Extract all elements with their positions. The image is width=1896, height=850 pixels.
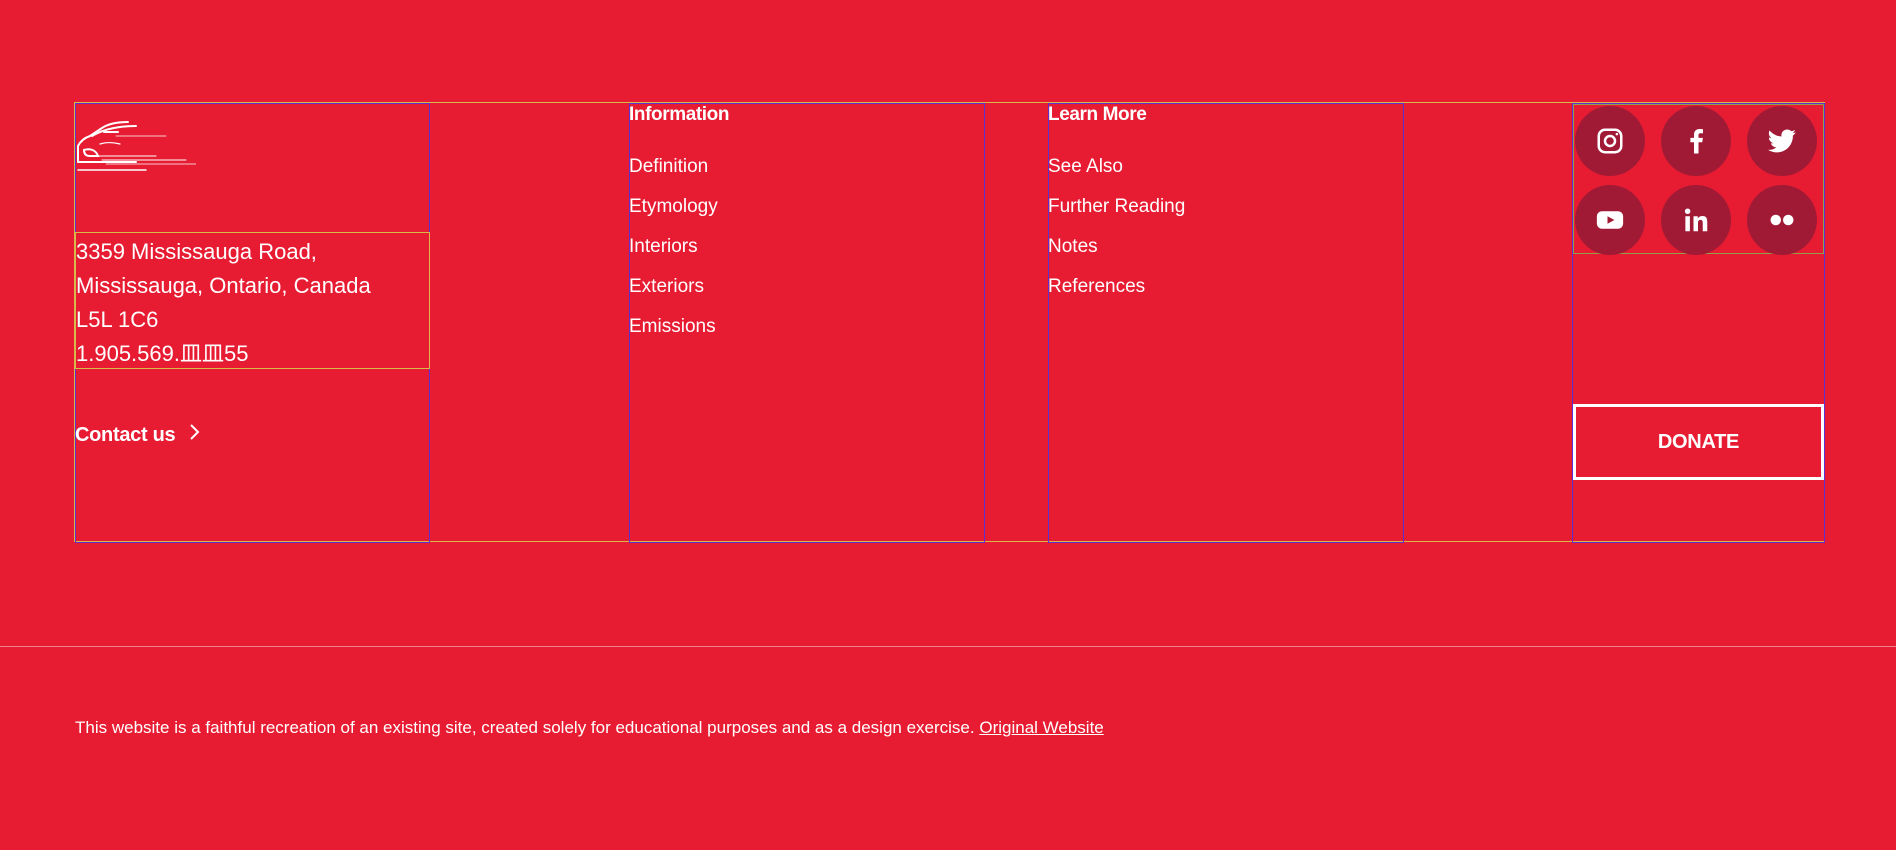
flickr-icon[interactable] xyxy=(1747,185,1817,255)
donate-button[interactable]: DONATE xyxy=(1573,404,1824,480)
footer-divider xyxy=(0,646,1896,647)
phone-number[interactable]: 1.905.569.⽫⽫55 xyxy=(76,337,429,371)
chevron-right-icon xyxy=(189,423,201,447)
address-line-2: Mississauga, Ontario, Canada xyxy=(76,273,371,298)
car-outline-icon[interactable] xyxy=(76,116,197,182)
contact-us-link[interactable]: Contact us xyxy=(75,423,201,447)
linkedin-icon[interactable] xyxy=(1661,185,1731,255)
learn-more-heading: Learn More xyxy=(1048,104,1147,125)
footer-link-definition[interactable]: Definition xyxy=(629,147,718,187)
address-line-1: 3359 Mississauga Road, xyxy=(76,239,317,264)
twitter-icon[interactable] xyxy=(1747,106,1817,176)
learn-more-links: See Also Further Reading Notes Reference… xyxy=(1048,147,1185,307)
information-heading: Information xyxy=(629,104,730,125)
original-website-link[interactable]: Original Website xyxy=(979,718,1103,737)
footer-link-emissions[interactable]: Emissions xyxy=(629,307,718,347)
youtube-icon[interactable] xyxy=(1575,185,1645,255)
address-line-3: L5L 1C6 xyxy=(76,307,159,332)
disclaimer-text: This website is a faithful recreation of… xyxy=(75,718,975,737)
social-links xyxy=(1573,104,1824,255)
footer-address: 3359 Mississauga Road, Mississauga, Onta… xyxy=(75,232,430,369)
contact-us-label: Contact us xyxy=(75,423,176,446)
footer-link-see-also[interactable]: See Also xyxy=(1048,147,1185,187)
disclaimer: This website is a faithful recreation of… xyxy=(75,718,1104,738)
facebook-icon[interactable] xyxy=(1661,106,1731,176)
footer-link-etymology[interactable]: Etymology xyxy=(629,187,718,227)
footer-link-references[interactable]: References xyxy=(1048,267,1185,307)
footer-link-exteriors[interactable]: Exteriors xyxy=(629,267,718,307)
footer-link-interiors[interactable]: Interiors xyxy=(629,227,718,267)
information-links: Definition Etymology Interiors Exteriors… xyxy=(629,147,718,347)
footer-link-further-reading[interactable]: Further Reading xyxy=(1048,187,1185,227)
footer-link-notes[interactable]: Notes xyxy=(1048,227,1185,267)
instagram-icon[interactable] xyxy=(1575,106,1645,176)
